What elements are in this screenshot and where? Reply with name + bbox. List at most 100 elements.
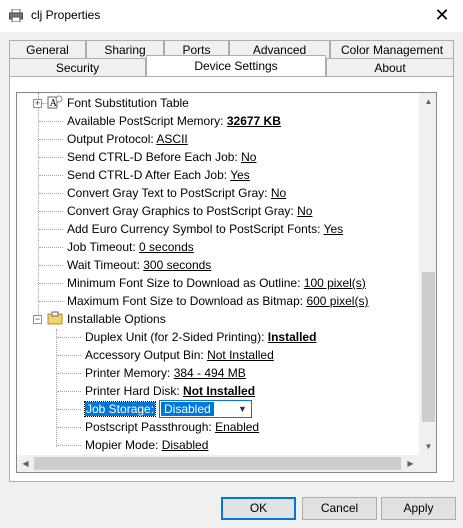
title-bar: clj Properties ✕ <box>0 0 463 32</box>
tree-item-gray-text[interactable]: Convert Gray Text to PostScript Gray: No <box>67 184 286 202</box>
tree-item-hard-disk[interactable]: Printer Hard Disk: Not Installed <box>85 382 255 400</box>
tree-item-installable-options[interactable]: Installable Options <box>67 310 166 328</box>
tree-connector <box>39 247 63 248</box>
vertical-scroll-thumb[interactable] <box>422 272 435 422</box>
tree-connector <box>56 329 57 447</box>
tree-item-label: Send CTRL-D After Each Job: <box>67 168 231 182</box>
tree-item-value[interactable]: 100 pixel(s) <box>304 276 366 290</box>
tree-item-value[interactable]: Disabled <box>162 438 209 452</box>
job-storage-combo[interactable]: Disabled ▼ <box>159 400 252 418</box>
tree-item-value[interactable]: Enabled <box>215 420 259 434</box>
tree-connector <box>39 139 63 140</box>
tree-item-ctrl-d-before[interactable]: Send CTRL-D Before Each Job: No <box>67 148 256 166</box>
tree-connector <box>39 175 63 176</box>
tree-item-label: Minimum Font Size to Download as Outline… <box>67 276 304 290</box>
tree-item-label: Mopier Mode: <box>85 438 162 452</box>
tree-item-min-font-outline[interactable]: Minimum Font Size to Download as Outline… <box>67 274 366 292</box>
tree-item-font-substitution[interactable]: Font Substitution Table <box>67 94 189 112</box>
tree-item-label: Convert Gray Graphics to PostScript Gray… <box>67 204 298 218</box>
tree-item-label: Convert Gray Text to PostScript Gray: <box>67 186 271 200</box>
tree-item-gray-graphics[interactable]: Convert Gray Graphics to PostScript Gray… <box>67 202 312 220</box>
tree-connector <box>39 157 63 158</box>
tab-general[interactable]: General <box>9 40 86 58</box>
tree-item-value[interactable]: 600 pixel(s) <box>306 294 368 308</box>
tree-connector <box>39 265 63 266</box>
tree-connector <box>57 337 81 338</box>
cancel-button[interactable]: Cancel <box>302 497 377 520</box>
tree-item-label: Postscript Passthrough: <box>85 420 216 434</box>
tree-item-value[interactable]: 0 seconds <box>139 240 194 254</box>
tree-item-label: Installable Options <box>67 312 166 326</box>
tab-color-management[interactable]: Color Management <box>330 40 454 58</box>
chevron-down-icon[interactable]: ▼ <box>234 401 251 417</box>
tree-item-label: Duplex Unit (for 2-Sided Printing): <box>85 330 268 344</box>
tree-connector <box>39 211 63 212</box>
tree-item-label: Job Storage: <box>83 401 157 417</box>
tree-item-ps-passthrough[interactable]: Postscript Passthrough: Enabled <box>85 418 259 436</box>
tree-item-printer-memory[interactable]: Printer Memory: 384 - 494 MB <box>85 364 246 382</box>
tree-connector <box>57 373 81 374</box>
printer-icon <box>9 9 23 22</box>
tree-connector <box>39 121 63 122</box>
font-table-icon: A <box>47 95 63 109</box>
tree-item-value[interactable]: No <box>297 204 312 218</box>
apply-button[interactable]: Apply <box>381 497 456 520</box>
scroll-down-icon[interactable]: ▼ <box>420 438 436 455</box>
tree-connector <box>57 409 81 410</box>
tree-item-label: Available PostScript Memory: <box>67 114 227 128</box>
tree-connector <box>57 445 81 446</box>
tree-item-job-storage[interactable]: Job Storage: <box>83 400 157 418</box>
tree-item-value[interactable]: No <box>241 150 256 164</box>
tree-item-value[interactable]: Not Installed <box>207 348 274 362</box>
tree-connector <box>57 355 81 356</box>
tab-about[interactable]: About <box>326 58 454 76</box>
tree-item-duplex-unit[interactable]: Duplex Unit (for 2-Sided Printing): Inst… <box>85 328 316 346</box>
tree-connector <box>39 283 63 284</box>
tree-item-output-protocol[interactable]: Output Protocol: ASCII <box>67 130 188 148</box>
tree-item-value[interactable]: Not Installed <box>183 384 255 398</box>
tree-item-value[interactable]: No <box>271 186 286 200</box>
tree-item-label: Printer Memory: <box>85 366 174 380</box>
collapse-icon[interactable]: − <box>33 315 42 324</box>
window-title: clj Properties <box>31 8 101 22</box>
tree-connector <box>39 193 63 194</box>
tree-item-label: Send CTRL-D Before Each Job: <box>67 150 242 164</box>
tree-item-label: Accessory Output Bin: <box>85 348 208 362</box>
horizontal-scrollbar[interactable]: ◀ ▶ <box>17 455 419 472</box>
settings-tree[interactable]: + A Font Substitution Table Available Po… <box>16 92 437 473</box>
tree-item-ps-memory[interactable]: Available PostScript Memory: 32677 KB <box>67 112 281 130</box>
tree-connector <box>57 391 81 392</box>
tree-item-value[interactable]: 300 seconds <box>143 258 211 272</box>
options-folder-icon <box>47 311 63 325</box>
tree-item-mopier-mode[interactable]: Mopier Mode: Disabled <box>85 436 208 454</box>
scroll-right-icon[interactable]: ▶ <box>402 455 419 472</box>
expand-icon[interactable]: + <box>33 99 42 108</box>
tree-item-value[interactable]: 32677 KB <box>227 114 281 128</box>
ok-button[interactable]: OK <box>221 497 296 520</box>
tab-security[interactable]: Security <box>9 58 146 76</box>
close-button[interactable]: ✕ <box>431 4 453 26</box>
horizontal-scroll-thumb[interactable] <box>34 457 401 470</box>
tree-item-euro-symbol[interactable]: Add Euro Currency Symbol to PostScript F… <box>67 220 343 238</box>
scroll-left-icon[interactable]: ◀ <box>17 455 34 472</box>
tree-item-value[interactable]: Yes <box>324 222 344 236</box>
tree-item-max-font-bitmap[interactable]: Maximum Font Size to Download as Bitmap:… <box>67 292 368 310</box>
tree-item-value[interactable]: ASCII <box>156 132 187 146</box>
tab-device-settings[interactable]: Device Settings <box>146 55 326 76</box>
tree-connector <box>57 427 81 428</box>
vertical-scrollbar[interactable]: ▲ ▼ <box>419 93 436 455</box>
tree-item-output-bin[interactable]: Accessory Output Bin: Not Installed <box>85 346 274 364</box>
tree-item-wait-timeout[interactable]: Wait Timeout: 300 seconds <box>67 256 211 274</box>
tree-item-label: Printer Hard Disk: <box>85 384 184 398</box>
svg-text:A: A <box>49 99 57 109</box>
scroll-up-icon[interactable]: ▲ <box>420 93 436 110</box>
tree-item-value[interactable]: 384 - 494 MB <box>174 366 246 380</box>
tree-item-label: Output Protocol: <box>67 132 157 146</box>
tree-item-label: Maximum Font Size to Download as Bitmap: <box>67 294 307 308</box>
tree-item-job-timeout[interactable]: Job Timeout: 0 seconds <box>67 238 194 256</box>
tree-item-ctrl-d-after[interactable]: Send CTRL-D After Each Job: Yes <box>67 166 250 184</box>
tree-item-label: Wait Timeout: <box>67 258 144 272</box>
tree-item-value[interactable]: Installed <box>268 330 317 344</box>
scrollbar-corner <box>419 455 436 472</box>
tree-item-value[interactable]: Yes <box>230 168 250 182</box>
